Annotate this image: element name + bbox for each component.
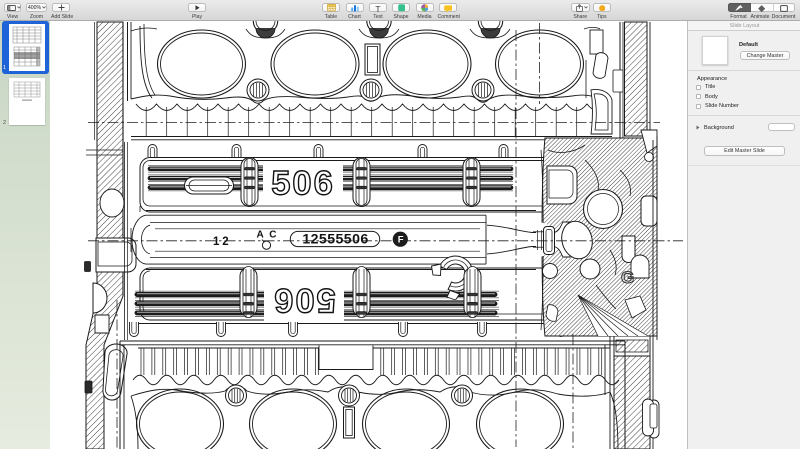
svg-text:G: G [621, 268, 634, 287]
svg-text:F: F [398, 235, 404, 246]
svg-text:12555506: 12555506 [302, 232, 368, 248]
svg-text:AC: AC [257, 230, 282, 241]
svg-text:506: 506 [271, 165, 335, 203]
svg-text:506: 506 [272, 281, 336, 319]
svg-text:12: 12 [213, 236, 231, 248]
